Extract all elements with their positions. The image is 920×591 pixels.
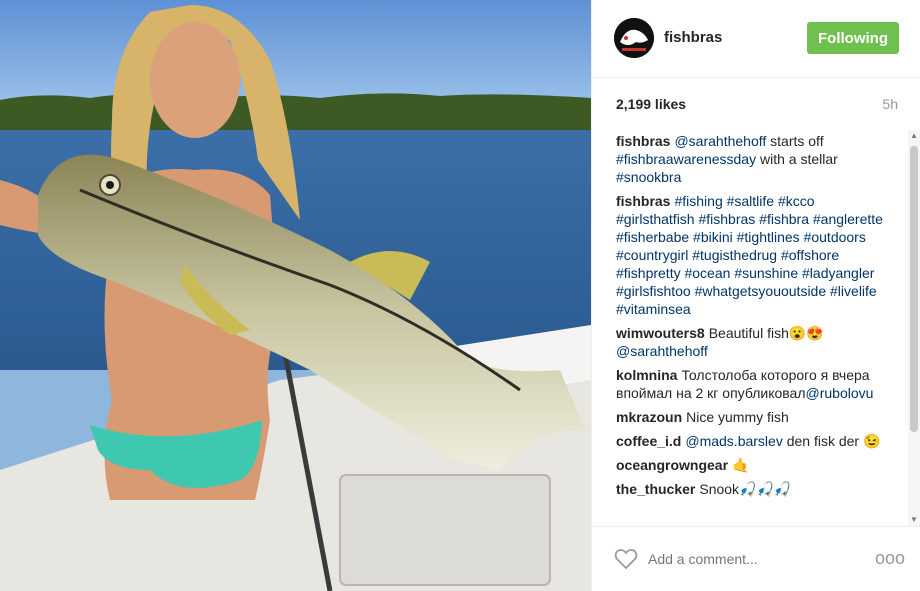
heart-icon[interactable] bbox=[614, 547, 638, 571]
timestamp[interactable]: 5h bbox=[882, 96, 898, 112]
caption-text-2: with a stellar bbox=[756, 151, 838, 167]
comment: the_thucker Snook🎣🎣🎣 bbox=[616, 480, 886, 498]
likes-count[interactable]: 2,199 likes bbox=[616, 96, 686, 112]
following-button[interactable]: Following bbox=[807, 22, 899, 54]
post-photo-art bbox=[0, 0, 591, 591]
comment: oceangrowngear 🤙 bbox=[616, 456, 886, 474]
caption-hashtag-2[interactable]: #snookbra bbox=[616, 169, 681, 185]
caption-hashtag-1[interactable]: #fishbraawarenessday bbox=[616, 151, 756, 167]
comment-mention[interactable]: @sarahthehoff bbox=[616, 343, 708, 359]
comment: kolmnina Толстолоба которого я вчера впой… bbox=[616, 366, 886, 402]
post-sidebar: fishbras Following 2,199 likes 5h fishbr… bbox=[591, 0, 920, 591]
comment: coffee_i.d @mads.barslev den fisk der 😉 bbox=[616, 432, 886, 450]
hashtag-list[interactable]: #fishing #saltlife #kcco #girlsthatfish … bbox=[616, 193, 883, 317]
comment-username[interactable]: oceangrowngear bbox=[616, 457, 728, 473]
caption: fishbras @sarahthehoff starts off #fishbr… bbox=[616, 132, 886, 186]
comment: wimwouters8 Beautiful fish😮😍 @sarahthehoff bbox=[616, 324, 886, 360]
comment-text: Snook🎣🎣🎣 bbox=[699, 481, 792, 497]
post-photo[interactable] bbox=[0, 0, 591, 591]
avatar[interactable] bbox=[614, 18, 654, 58]
comment-username[interactable]: mkrazoun bbox=[616, 409, 682, 425]
caption-text: starts off bbox=[766, 133, 824, 149]
comment-text: 🤙 bbox=[732, 457, 750, 473]
add-comment-input[interactable] bbox=[648, 547, 848, 571]
fishbras-logo-icon bbox=[614, 18, 654, 58]
hashtag-comment: fishbras #fishing #saltlife #kcco #girlst… bbox=[616, 192, 886, 318]
caption-username[interactable]: fishbras bbox=[616, 133, 670, 149]
comment-username[interactable]: coffee_i.d bbox=[616, 433, 681, 449]
comment-text: Beautiful fish😮😍 bbox=[708, 325, 824, 341]
post-header: fishbras Following bbox=[592, 0, 920, 78]
comment-username[interactable]: kolmnina bbox=[616, 367, 677, 383]
comments-scrollbar[interactable]: ▲ ▼ bbox=[908, 130, 920, 526]
more-options-icon[interactable]: ooo bbox=[875, 549, 905, 569]
comment-mention[interactable]: @rubolovu bbox=[806, 385, 874, 401]
username[interactable]: fishbras bbox=[664, 29, 722, 46]
comment-username[interactable]: the_thucker bbox=[616, 481, 695, 497]
scroll-down-arrow-icon[interactable]: ▼ bbox=[908, 514, 920, 526]
comment-mention[interactable]: @mads.barslev bbox=[685, 433, 782, 449]
hashtag-comment-username[interactable]: fishbras bbox=[616, 193, 670, 209]
caption-mention[interactable]: @sarahthehoff bbox=[674, 133, 766, 149]
comment-text: Nice yummy fish bbox=[686, 409, 789, 425]
comments-list: fishbras @sarahthehoff starts off #fishbr… bbox=[616, 132, 886, 524]
comment-username[interactable]: wimwouters8 bbox=[616, 325, 705, 341]
comment: mkrazoun Nice yummy fish bbox=[616, 408, 886, 426]
comment-text: den fisk der 😉 bbox=[786, 433, 881, 449]
scroll-up-arrow-icon[interactable]: ▲ bbox=[908, 130, 920, 142]
comment-bar: ooo bbox=[592, 526, 920, 591]
scrollbar-thumb[interactable] bbox=[910, 146, 918, 432]
